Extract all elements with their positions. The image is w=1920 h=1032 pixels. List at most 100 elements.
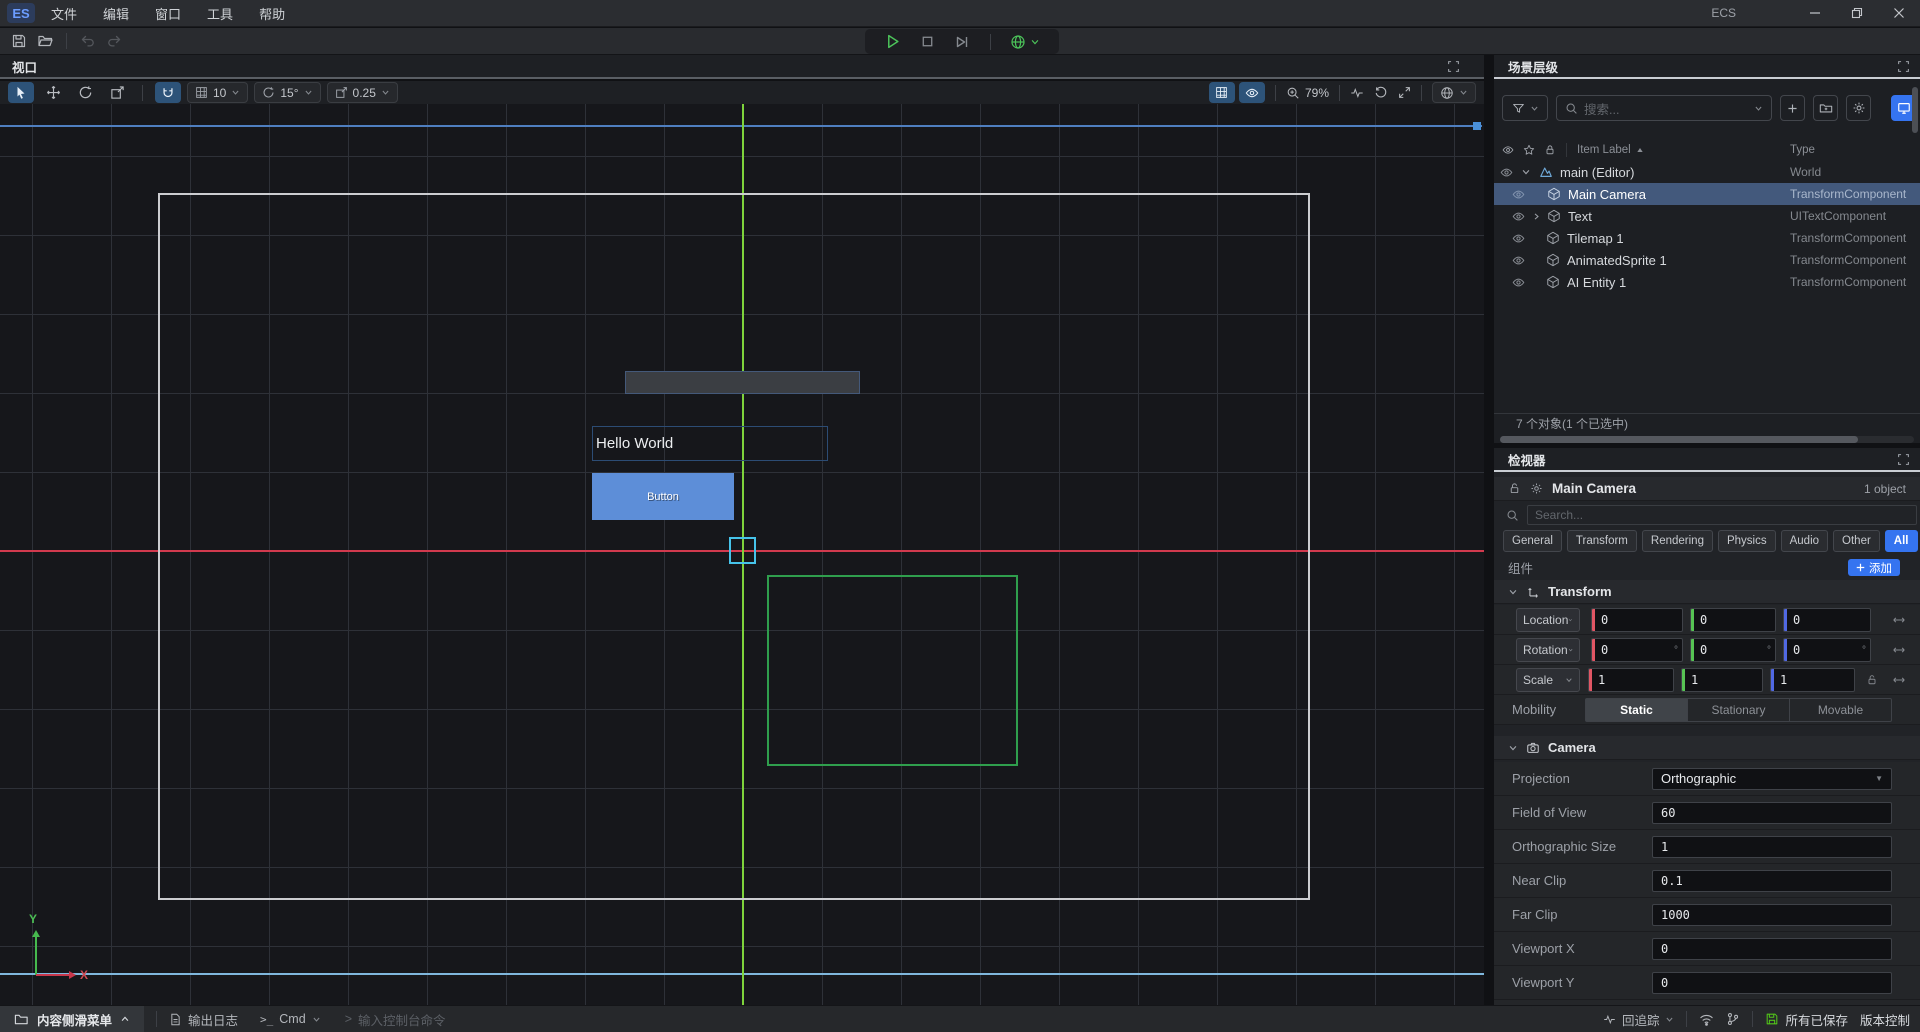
- console-input[interactable]: > 输入控制台命令: [345, 1010, 446, 1029]
- eye-icon[interactable]: [1500, 166, 1513, 179]
- eye-icon[interactable]: [1512, 188, 1525, 201]
- output-log-button[interactable]: 输出日志: [169, 1010, 238, 1029]
- sort-by-label[interactable]: Item Label: [1577, 144, 1644, 156]
- scale-x-input[interactable]: 1: [1588, 668, 1674, 692]
- app-logo[interactable]: ES: [7, 3, 35, 23]
- rotation-y-input[interactable]: 0°: [1690, 638, 1776, 662]
- save-status[interactable]: 所有已保存: [1765, 1010, 1848, 1029]
- run-mode-dropdown[interactable]: [1010, 34, 1040, 50]
- eye-icon[interactable]: [1512, 210, 1525, 223]
- content-drawer-button[interactable]: 内容侧滑菜单: [0, 1006, 144, 1032]
- grid-snap-dropdown[interactable]: 10: [187, 82, 248, 103]
- origin-gizmo-rect[interactable]: [729, 537, 756, 564]
- location-y-input[interactable]: 0: [1690, 608, 1776, 632]
- menu-tools[interactable]: 工具: [207, 4, 233, 23]
- tilemap-rect[interactable]: [767, 575, 1018, 766]
- rotation-snap-dropdown[interactable]: 15°: [254, 82, 320, 103]
- tree-row-animatedsprite[interactable]: AnimatedSprite 1 TransformComponent: [1494, 249, 1920, 271]
- version-control-button[interactable]: 版本控制: [1860, 1010, 1910, 1029]
- eye-icon[interactable]: [1512, 232, 1525, 245]
- ui-button-element[interactable]: Button: [592, 473, 734, 520]
- scale-tool[interactable]: [104, 82, 130, 103]
- tab-audio[interactable]: Audio: [1781, 530, 1828, 552]
- far-clip-input[interactable]: 1000: [1652, 904, 1892, 926]
- menu-edit[interactable]: 编辑: [103, 4, 129, 23]
- tree-row-main-camera[interactable]: Main Camera TransformComponent: [1494, 183, 1920, 205]
- link-values-icon[interactable]: [1892, 673, 1906, 687]
- chevron-down-icon[interactable]: [1521, 167, 1531, 177]
- trace-dropdown[interactable]: 回追踪: [1603, 1010, 1675, 1029]
- chevron-right-icon[interactable]: [1532, 212, 1541, 221]
- scale-dropdown[interactable]: Scale: [1516, 668, 1580, 692]
- close-button[interactable]: [1878, 0, 1920, 26]
- location-dropdown[interactable]: Location: [1516, 608, 1580, 632]
- scale-z-input[interactable]: 1: [1770, 668, 1855, 692]
- tab-rendering[interactable]: Rendering: [1642, 530, 1713, 552]
- scale-y-input[interactable]: 1: [1681, 668, 1763, 692]
- projection-dropdown[interactable]: Orthographic ▼: [1652, 768, 1892, 790]
- fullscreen-icon[interactable]: [1398, 86, 1411, 99]
- camera-section-header[interactable]: Camera: [1494, 736, 1920, 760]
- hierarchy-hscrollbar-thumb[interactable]: [1500, 436, 1858, 443]
- inspector-expand-icon[interactable]: [1897, 453, 1910, 466]
- tab-other[interactable]: Other: [1833, 530, 1880, 552]
- eye-icon[interactable]: [1512, 254, 1525, 267]
- menu-help[interactable]: 帮助: [259, 4, 285, 23]
- select-tool[interactable]: [8, 82, 34, 103]
- add-folder-button[interactable]: [1813, 95, 1838, 121]
- fov-input[interactable]: 60: [1652, 802, 1892, 824]
- mobility-static[interactable]: Static: [1586, 699, 1688, 721]
- selection-handle[interactable]: [1473, 122, 1481, 130]
- rotate-tool[interactable]: [72, 82, 98, 103]
- tree-row-world[interactable]: main (Editor) World: [1494, 161, 1920, 183]
- rotation-dropdown[interactable]: Rotation: [1516, 638, 1580, 662]
- save-icon[interactable]: [6, 30, 32, 52]
- snap-tool[interactable]: [155, 82, 181, 103]
- rotation-x-input[interactable]: 0°: [1591, 638, 1683, 662]
- viewport-mode-dropdown[interactable]: [1432, 82, 1476, 103]
- link-values-icon[interactable]: [1892, 613, 1906, 627]
- branch-icon[interactable]: [1726, 1012, 1740, 1026]
- viewport-x-input[interactable]: 0: [1652, 938, 1892, 960]
- location-x-input[interactable]: 0: [1591, 608, 1683, 632]
- tree-row-ai-entity[interactable]: AI Entity 1 TransformComponent: [1494, 271, 1920, 293]
- redo-icon[interactable]: [101, 30, 127, 52]
- location-z-input[interactable]: 0: [1783, 608, 1871, 632]
- move-tool[interactable]: [40, 82, 66, 103]
- type-column-label[interactable]: Type: [1790, 144, 1815, 156]
- hierarchy-hscrollbar[interactable]: [1500, 436, 1914, 443]
- filter-dropdown[interactable]: [1502, 95, 1548, 121]
- reset-view-icon[interactable]: [1374, 86, 1388, 100]
- inspector-search-input[interactable]: Search...: [1527, 505, 1917, 525]
- tab-physics[interactable]: Physics: [1718, 530, 1776, 552]
- grid-toggle-button[interactable]: [1209, 82, 1235, 103]
- ortho-size-input[interactable]: 1: [1652, 836, 1892, 858]
- play-button[interactable]: [884, 33, 901, 50]
- restore-button[interactable]: [1836, 0, 1878, 26]
- tab-all[interactable]: All: [1885, 530, 1918, 552]
- transform-section-header[interactable]: Transform: [1494, 580, 1920, 604]
- network-icon[interactable]: [1699, 1012, 1714, 1027]
- lock-scale-icon[interactable]: [1866, 674, 1878, 686]
- stats-icon[interactable]: [1350, 86, 1364, 100]
- scale-snap-dropdown[interactable]: 0.25: [327, 82, 398, 103]
- minimize-button[interactable]: [1794, 0, 1836, 26]
- menu-file[interactable]: 文件: [51, 4, 77, 23]
- link-values-icon[interactable]: [1892, 643, 1906, 657]
- hierarchy-settings-button[interactable]: [1846, 95, 1871, 121]
- scene-canvas[interactable]: Hello World Button Y X: [0, 104, 1484, 1005]
- lock-icon[interactable]: [1508, 482, 1521, 495]
- zoom-level[interactable]: 79%: [1286, 86, 1329, 100]
- cmd-dropdown[interactable]: >_ Cmd: [260, 1012, 321, 1026]
- viewport-expand-icon[interactable]: [1447, 60, 1460, 73]
- tab-general[interactable]: General: [1503, 530, 1562, 552]
- step-button[interactable]: [954, 34, 970, 50]
- ui-text-element[interactable]: Hello World: [592, 426, 828, 461]
- mobility-movable[interactable]: Movable: [1790, 699, 1891, 721]
- hierarchy-vscrollbar-thumb[interactable]: [1912, 87, 1918, 133]
- add-component-button[interactable]: 添加: [1848, 559, 1900, 576]
- mobility-stationary[interactable]: Stationary: [1688, 699, 1790, 721]
- open-folder-icon[interactable]: [32, 30, 58, 52]
- viewport-y-input[interactable]: 0: [1652, 972, 1892, 994]
- eye-icon[interactable]: [1512, 276, 1525, 289]
